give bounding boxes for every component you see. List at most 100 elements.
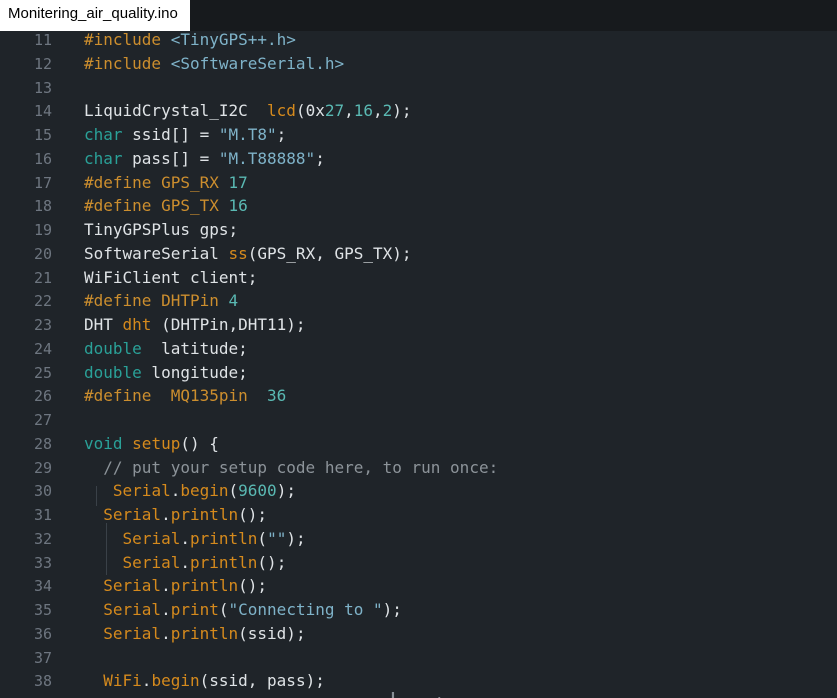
- code-line[interactable]: 13: [0, 79, 837, 103]
- code-line[interactable]: 22 #define DHTPin 4: [0, 292, 837, 316]
- code-line[interactable]: 35 Serial.print("Connecting to ");: [0, 601, 837, 625]
- code-text: DHT dht (DHTPin,DHT11);: [84, 316, 306, 334]
- code-token-default: TinyGPSPlus gps;: [84, 220, 239, 239]
- code-token-string: "Connecting to ": [228, 600, 383, 619]
- code-token-default: ();: [257, 552, 287, 572]
- code-token-keyword: double: [84, 338, 142, 358]
- code-text: Serial.println();: [122, 552, 287, 572]
- code-token-preprocessor: #define: [84, 386, 171, 406]
- code-token-comment: // put your setup code here, to run once…: [103, 457, 499, 477]
- code-token-default: .: [161, 600, 171, 619]
- code-token-default: );: [382, 600, 402, 619]
- code-line[interactable]: 38 WiFi.begin(ssid, pass);: [0, 672, 837, 696]
- code-token-number: 4: [228, 291, 239, 311]
- code-token-string: "": [267, 528, 287, 548]
- code-line[interactable]: 18 #define GPS_TX 16: [0, 197, 837, 221]
- line-number: 17: [33, 173, 52, 192]
- code-token-default: [123, 434, 133, 453]
- line-number: 14: [33, 102, 52, 121]
- code-token-default: );: [286, 528, 306, 548]
- line-number: 31: [33, 506, 52, 524]
- code-token-default: );: [392, 101, 412, 121]
- code-line[interactable]: 30 Serial.begin(9600);: [0, 482, 837, 506]
- line-number: 29: [33, 458, 52, 477]
- code-line[interactable]: 21 WiFiClient client;: [0, 267, 837, 293]
- code-token-keyword: double: [84, 362, 142, 382]
- code-token-string: <TinyGPS++.h>: [170, 30, 296, 49]
- code-line[interactable]: 27: [0, 411, 837, 435]
- code-text: Serial.print("Connecting to ");: [103, 601, 402, 619]
- code-token-default: pass[] =: [122, 148, 219, 168]
- code-token-default: (: [228, 481, 239, 501]
- code-text: double longitude;: [84, 362, 248, 382]
- code-token-function: println: [170, 505, 239, 524]
- code-text: WiFi.begin(ssid, pass);: [103, 672, 325, 690]
- code-line[interactable]: 24 double latitude;: [0, 338, 837, 364]
- code-line[interactable]: 16 char pass[] = "M.T88888";: [0, 148, 837, 174]
- line-number: 12: [33, 54, 52, 73]
- tab-file[interactable]: Monitering_air_quality.ino: [0, 0, 190, 31]
- code-token-function: println: [189, 552, 258, 572]
- code-line[interactable]: 33 Serial.println();: [0, 552, 837, 578]
- code-line[interactable]: 17 #define GPS_RX 17: [0, 173, 837, 198]
- line-number: 16: [33, 149, 52, 168]
- code-line[interactable]: 29 // put your setup code here, to run on…: [0, 457, 837, 483]
- code-token-preprocessor: DHTPin: [161, 291, 229, 311]
- code-text: TinyGPSPlus gps;: [84, 221, 238, 239]
- code-token-default: longitude;: [141, 362, 248, 382]
- code-token-function: print: [170, 600, 219, 619]
- code-token-default: () {: [180, 433, 219, 453]
- code-text: char pass[] = "M.T88888";: [84, 148, 325, 168]
- code-line[interactable]: 12 #include <SoftwareSerial.h>: [0, 53, 837, 79]
- code-text: Serial.begin(9600);: [113, 482, 296, 500]
- code-line[interactable]: 15 char ssid[] = "M.T8";: [0, 126, 837, 150]
- code-token-default: (ssid);: [238, 623, 306, 643]
- code-line[interactable]: 25 double longitude;: [0, 362, 837, 388]
- code-token-keyword: char: [84, 125, 123, 144]
- code-token-number: 16: [353, 101, 374, 121]
- line-number: 36: [33, 624, 52, 643]
- code-token-function: begin: [151, 671, 200, 691]
- code-editor[interactable]: خمسات 11#include <TinyGPS++.h>12#include…: [0, 31, 837, 698]
- line-number: 37: [33, 648, 52, 667]
- code-token-default: .: [170, 481, 181, 501]
- code-token-number: 27: [324, 101, 345, 121]
- code-token-keyword: char: [84, 148, 123, 168]
- code-token-number: 2: [382, 101, 393, 121]
- code-text: SoftwareSerial ss(GPS_RX, GPS_TX);: [84, 243, 412, 263]
- code-line[interactable]: 20 SoftwareSerial ss(GPS_RX, GPS_TX);: [0, 243, 837, 269]
- code-line[interactable]: 26 #define MQ135pin 36: [0, 387, 837, 411]
- code-line[interactable]: 34 Serial.println();: [0, 577, 837, 601]
- code-token-default: WiFiClient client;: [84, 267, 258, 287]
- code-token-default: ();: [238, 505, 268, 524]
- code-text: LiquidCrystal_I2C lcd(0x27,16,2);: [84, 102, 412, 120]
- line-number: 30: [33, 482, 52, 501]
- line-number: 19: [33, 221, 52, 239]
- code-line[interactable]: 19 TinyGPSPlus gps;: [0, 221, 837, 245]
- code-token-preprocessor: #include: [84, 30, 171, 49]
- code-text: #define MQ135pin 36: [84, 387, 286, 405]
- code-token-default: (GPS_RX, GPS_TX);: [247, 243, 412, 263]
- code-token-function: println: [170, 576, 239, 596]
- code-line[interactable]: 14 LiquidCrystal_I2C lcd(0x27,16,2);: [0, 102, 837, 126]
- code-token-function: Serial: [122, 552, 181, 572]
- code-token-preprocessor: #include: [84, 53, 171, 73]
- code-line[interactable]: 23 DHT dht (DHTPin,DHT11);: [0, 316, 837, 340]
- line-number: 35: [33, 601, 52, 619]
- code-text: WiFiClient client;: [84, 267, 258, 287]
- code-token-function: ss: [228, 243, 248, 263]
- code-token-default: LiquidCrystal_I2C: [84, 101, 268, 121]
- line-number: 25: [33, 363, 52, 382]
- code-line[interactable]: 11 #include <TinyGPS++.h>: [0, 31, 837, 55]
- code-token-default: .: [180, 552, 190, 572]
- code-token-default: .: [180, 528, 190, 548]
- code-token-function: begin: [180, 481, 229, 501]
- code-line[interactable]: 31 Serial.println();: [0, 506, 837, 530]
- code-token-number: 36: [267, 386, 287, 406]
- code-line[interactable]: 37: [0, 649, 837, 673]
- code-token-default: ;: [315, 148, 325, 168]
- code-text: #define GPS_TX 16: [84, 197, 248, 215]
- code-line[interactable]: 36 Serial.println(ssid);: [0, 623, 837, 649]
- code-line[interactable]: 32 Serial.println("");: [0, 528, 837, 554]
- code-line[interactable]: 28 void setup() {: [0, 433, 837, 459]
